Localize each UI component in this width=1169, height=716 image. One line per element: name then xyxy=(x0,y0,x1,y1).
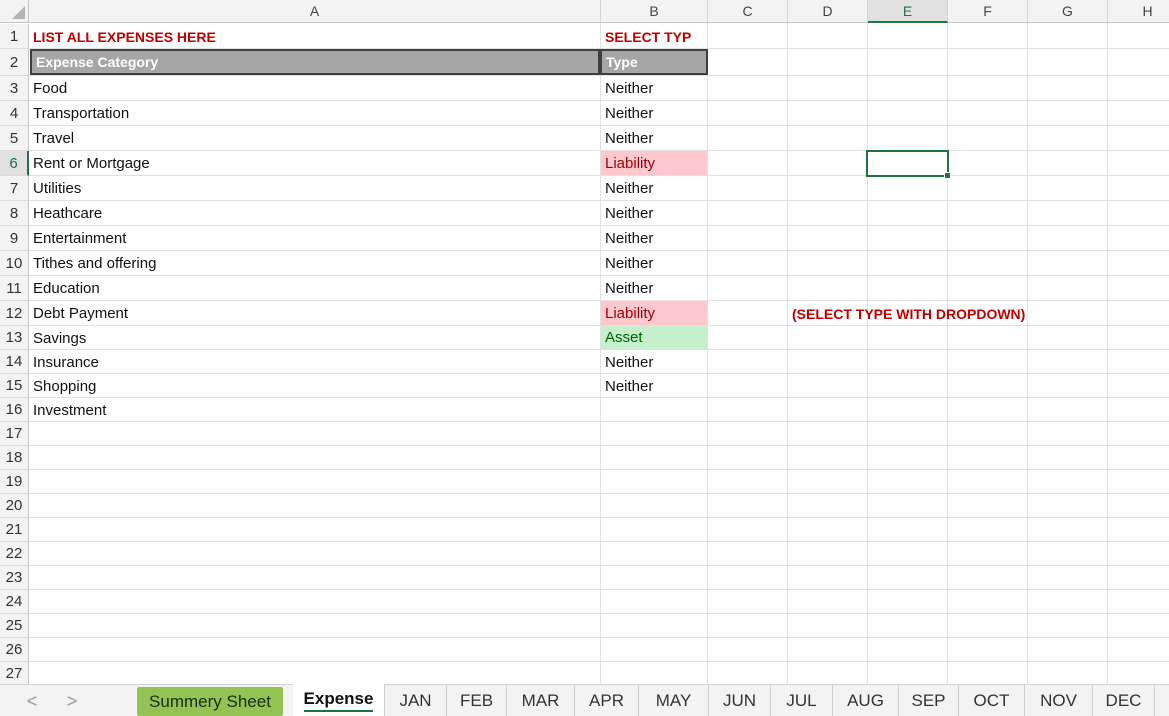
tab-expense-label: Expense xyxy=(303,689,374,712)
cell-b5[interactable]: Neither xyxy=(601,126,707,151)
select-all-corner[interactable] xyxy=(0,0,29,23)
cell-a11[interactable]: Education xyxy=(29,276,601,301)
tab-apr[interactable]: APR xyxy=(575,685,639,716)
cell-b9[interactable]: Neither xyxy=(601,226,707,251)
prev-sheet-button[interactable]: < xyxy=(22,691,42,712)
cell-b14[interactable]: Neither xyxy=(601,350,707,374)
spreadsheet-grid[interactable]: A B C D E F G H 1 2 3 4 5 6 7 8 9 10 11 … xyxy=(0,0,1169,684)
cell-b15[interactable]: Neither xyxy=(601,374,707,398)
cell-a9[interactable]: Entertainment xyxy=(29,226,601,251)
row-header-8[interactable]: 8 xyxy=(0,201,29,226)
row-header-27[interactable]: 27 xyxy=(0,662,29,684)
tab-sep[interactable]: SEP xyxy=(899,685,959,716)
cell-a6[interactable]: Rent or Mortgage xyxy=(29,151,601,176)
tab-jun[interactable]: JUN xyxy=(709,685,771,716)
cell-a1-title[interactable]: LIST ALL EXPENSES HERE xyxy=(29,24,601,49)
row-header-10[interactable]: 10 xyxy=(0,251,29,276)
col-header-c[interactable]: C xyxy=(708,0,788,23)
tab-jan[interactable]: JAN xyxy=(385,685,447,716)
row-header-5[interactable]: 5 xyxy=(0,126,29,151)
cell-b4[interactable]: Neither xyxy=(601,101,707,126)
cell-a13[interactable]: Savings xyxy=(29,326,601,350)
row-header-23[interactable]: 23 xyxy=(0,566,29,590)
cell-a16[interactable]: Investment xyxy=(29,398,601,422)
cell-a14[interactable]: Insurance xyxy=(29,350,601,374)
row-header-16[interactable]: 16 xyxy=(0,398,29,422)
cell-a3[interactable]: Food xyxy=(29,76,601,101)
tab-summery-sheet[interactable]: Summery Sheet xyxy=(137,687,283,716)
row-header-13[interactable]: 13 xyxy=(0,326,29,350)
row-header-21[interactable]: 21 xyxy=(0,518,29,542)
row-header-12[interactable]: 12 xyxy=(0,301,29,326)
row-header-9[interactable]: 9 xyxy=(0,226,29,251)
col-header-f[interactable]: F xyxy=(948,0,1028,23)
cell-a10[interactable]: Tithes and offering xyxy=(29,251,601,276)
active-cell-e6[interactable] xyxy=(866,150,951,179)
row-header-4[interactable]: 4 xyxy=(0,101,29,126)
cell-a2-header[interactable]: Expense Category xyxy=(30,49,600,75)
sheet-tabs-bar: < > Summery Sheet Expense JAN FEB MAR AP… xyxy=(0,684,1169,716)
row-header-17[interactable]: 17 xyxy=(0,422,29,446)
tab-dec[interactable]: DEC xyxy=(1093,685,1155,716)
cell-b12[interactable]: Liability xyxy=(601,301,707,325)
row-header-24[interactable]: 24 xyxy=(0,590,29,614)
cell-b16[interactable] xyxy=(601,398,707,422)
cell-b8[interactable]: Neither xyxy=(601,201,707,226)
row-header-19[interactable]: 19 xyxy=(0,470,29,494)
row-header-14[interactable]: 14 xyxy=(0,350,29,374)
row-header-18[interactable]: 18 xyxy=(0,446,29,470)
row-header-25[interactable]: 25 xyxy=(0,614,29,638)
tab-mar[interactable]: MAR xyxy=(507,685,575,716)
tab-feb[interactable]: FEB xyxy=(447,685,507,716)
row-header-1[interactable]: 1 xyxy=(0,24,29,49)
cell-b2-header[interactable]: Type xyxy=(600,49,708,75)
cell-a15[interactable]: Shopping xyxy=(29,374,601,398)
cell-a8[interactable]: Heathcare xyxy=(29,201,601,226)
tab-expense[interactable]: Expense xyxy=(293,684,385,716)
tab-oct[interactable]: OCT xyxy=(959,685,1025,716)
row-header-3[interactable]: 3 xyxy=(0,76,29,101)
row-header-2[interactable]: 2 xyxy=(0,49,29,76)
tab-nov[interactable]: NOV xyxy=(1025,685,1093,716)
tab-may[interactable]: MAY xyxy=(639,685,709,716)
col-header-b[interactable]: B xyxy=(601,0,708,23)
tab-aug[interactable]: AUG xyxy=(833,685,899,716)
row-header-6[interactable]: 6 xyxy=(0,151,29,176)
col-header-d[interactable]: D xyxy=(788,0,868,23)
col-header-a[interactable]: A xyxy=(29,0,601,23)
cell-d12-note[interactable]: (SELECT TYPE WITH DROPDOWN) xyxy=(788,301,1048,326)
row-header-26[interactable]: 26 xyxy=(0,638,29,662)
cell-a7[interactable]: Utilities xyxy=(29,176,601,201)
col-header-e[interactable]: E xyxy=(868,0,948,23)
cell-b3[interactable]: Neither xyxy=(601,76,707,101)
cell-b7[interactable]: Neither xyxy=(601,176,707,201)
tab-jul[interactable]: JUL xyxy=(771,685,833,716)
cell-b10[interactable]: Neither xyxy=(601,251,707,276)
cell-b6[interactable]: Liability xyxy=(601,151,707,175)
cell-a4[interactable]: Transportation xyxy=(29,101,601,126)
cell-b1-title[interactable]: SELECT TYP xyxy=(601,24,708,49)
cell-a12[interactable]: Debt Payment xyxy=(29,301,601,326)
next-sheet-button[interactable]: > xyxy=(62,691,82,712)
row-header-22[interactable]: 22 xyxy=(0,542,29,566)
cell-b13[interactable]: Asset xyxy=(601,326,707,349)
row-header-11[interactable]: 11 xyxy=(0,276,29,301)
row-header-15[interactable]: 15 xyxy=(0,374,29,398)
cell-b11[interactable]: Neither xyxy=(601,276,707,301)
cell-a5[interactable]: Travel xyxy=(29,126,601,151)
row-header-7[interactable]: 7 xyxy=(0,176,29,201)
row-header-20[interactable]: 20 xyxy=(0,494,29,518)
col-header-h[interactable]: H xyxy=(1108,0,1169,23)
col-header-g[interactable]: G xyxy=(1028,0,1108,23)
